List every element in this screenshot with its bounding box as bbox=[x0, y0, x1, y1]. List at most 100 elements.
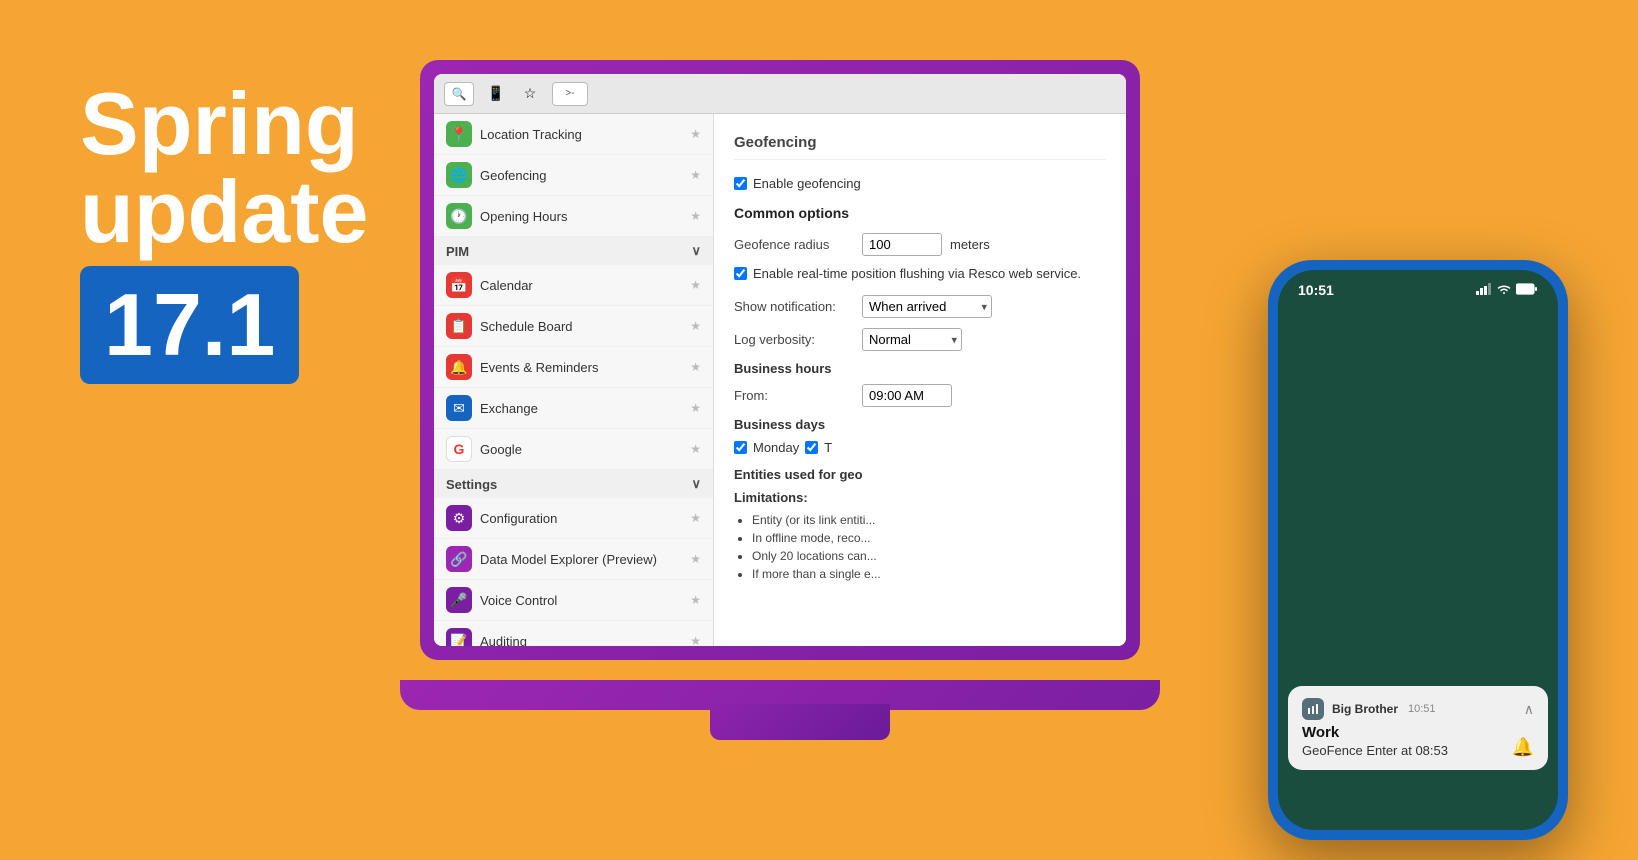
section-settings-label: Settings bbox=[446, 477, 497, 492]
panel-title: Geofencing bbox=[734, 134, 1106, 160]
common-options-title: Common options bbox=[734, 205, 1106, 221]
geofence-radius-input[interactable] bbox=[862, 233, 942, 256]
star-location-tracking: ★ bbox=[690, 127, 701, 141]
sidebar-label-events-reminders: Events & Reminders bbox=[480, 360, 682, 375]
laptop-screen: 🔍 📱 ☆ >- 📍 Location Tracking ★ 🌐 Geofen bbox=[434, 74, 1126, 646]
sidebar-item-geofencing[interactable]: 🌐 Geofencing ★ bbox=[434, 155, 713, 196]
business-days-title: Business days bbox=[734, 417, 1106, 432]
sidebar-item-auditing[interactable]: 📝 Auditing ★ bbox=[434, 621, 713, 646]
show-notification-select[interactable]: When arrived When left Always Never bbox=[862, 295, 992, 318]
screen-content: 📍 Location Tracking ★ 🌐 Geofencing ★ 🕐 O… bbox=[434, 114, 1126, 646]
show-notification-label: Show notification: bbox=[734, 299, 854, 314]
star-exchange: ★ bbox=[690, 401, 701, 415]
sidebar-label-exchange: Exchange bbox=[480, 401, 682, 416]
sidebar-label-voice-control: Voice Control bbox=[480, 593, 682, 608]
laptop: 🔍 📱 ☆ >- 📍 Location Tracking ★ 🌐 Geofen bbox=[420, 60, 1160, 740]
limitation-4: If more than a single e... bbox=[752, 567, 1106, 581]
star-events-reminders: ★ bbox=[690, 360, 701, 374]
laptop-stand bbox=[710, 704, 890, 740]
chevron-settings-icon: ∨ bbox=[691, 476, 701, 492]
show-notification-row: Show notification: When arrived When lef… bbox=[734, 295, 1106, 318]
sidebar-label-opening-hours: Opening Hours bbox=[480, 209, 682, 224]
hero-section: Spring update 17.1 bbox=[80, 80, 368, 384]
notification-header: Big Brother 10:51 ∧ bbox=[1302, 698, 1534, 720]
star-voice-control: ★ bbox=[690, 593, 701, 607]
sidebar-item-location-tracking[interactable]: 📍 Location Tracking ★ bbox=[434, 114, 713, 155]
tuesday-checkbox[interactable] bbox=[805, 441, 818, 454]
enable-geofencing-checkbox[interactable] bbox=[734, 177, 747, 190]
sidebar-label-schedule-board: Schedule Board bbox=[480, 319, 682, 334]
log-verbosity-label: Log verbosity: bbox=[734, 332, 854, 347]
star-calendar: ★ bbox=[690, 278, 701, 292]
monday-label: Monday bbox=[753, 440, 799, 455]
battery-icon bbox=[1516, 283, 1538, 298]
log-verbosity-select[interactable]: Normal Verbose bbox=[862, 328, 962, 351]
sidebar-label-data-model-explorer: Data Model Explorer (Preview) bbox=[480, 552, 682, 567]
notification-dismiss-icon[interactable]: ∧ bbox=[1524, 701, 1534, 718]
phone: 10:51 bbox=[1268, 260, 1588, 840]
screen-toolbar: 🔍 📱 ☆ >- bbox=[434, 74, 1126, 114]
events-reminders-icon: 🔔 bbox=[446, 354, 472, 380]
laptop-screen-border: 🔍 📱 ☆ >- 📍 Location Tracking ★ 🌐 Geofen bbox=[420, 60, 1140, 660]
sidebar-item-events-reminders[interactable]: 🔔 Events & Reminders ★ bbox=[434, 347, 713, 388]
voice-control-icon: 🎤 bbox=[446, 587, 472, 613]
limitations-title: Limitations: bbox=[734, 490, 1106, 505]
sidebar-label-location-tracking: Location Tracking bbox=[480, 127, 682, 142]
sidebar-section-pim[interactable]: PIM ∨ bbox=[434, 237, 713, 265]
search-box[interactable]: 🔍 bbox=[444, 82, 474, 106]
wifi-icon bbox=[1496, 283, 1512, 298]
from-input[interactable] bbox=[862, 384, 952, 407]
main-panel: Geofencing Enable geofencing Common opti… bbox=[714, 114, 1126, 646]
entities-title: Entities used for geo bbox=[734, 467, 1106, 482]
sidebar-item-schedule-board[interactable]: 📋 Schedule Board ★ bbox=[434, 306, 713, 347]
notification-body: GeoFence Enter at 08:53 bbox=[1302, 743, 1534, 758]
sidebar-item-opening-hours[interactable]: 🕐 Opening Hours ★ bbox=[434, 196, 713, 237]
notification-title: Work bbox=[1302, 724, 1534, 741]
app-icon bbox=[1302, 698, 1324, 720]
notification-app-name: Big Brother bbox=[1332, 702, 1398, 716]
log-verbosity-row: Log verbosity: Normal Verbose bbox=[734, 328, 1106, 351]
phone-status-icons bbox=[1476, 283, 1538, 298]
geofence-radius-row: Geofence radius meters bbox=[734, 233, 1106, 256]
sidebar-item-configuration[interactable]: ⚙ Configuration ★ bbox=[434, 498, 713, 539]
limitation-2: In offline mode, reco... bbox=[752, 531, 1106, 545]
star-google: ★ bbox=[690, 442, 701, 456]
exchange-icon: ✉ bbox=[446, 395, 472, 421]
sidebar-label-calendar: Calendar bbox=[480, 278, 682, 293]
version-badge: 17.1 bbox=[80, 266, 299, 384]
sidebar-item-data-model-explorer[interactable]: 🔗 Data Model Explorer (Preview) ★ bbox=[434, 539, 713, 580]
auditing-icon: 📝 bbox=[446, 628, 472, 646]
realtime-row: Enable real-time position flushing via R… bbox=[734, 266, 1106, 281]
monday-checkbox[interactable] bbox=[734, 441, 747, 454]
star-configuration: ★ bbox=[690, 511, 701, 525]
location-tracking-icon: 📍 bbox=[446, 121, 472, 147]
log-verbosity-wrapper: Normal Verbose bbox=[862, 328, 962, 351]
sidebar-item-calendar[interactable]: 📅 Calendar ★ bbox=[434, 265, 713, 306]
sidebar-item-voice-control[interactable]: 🎤 Voice Control ★ bbox=[434, 580, 713, 621]
limitations-list: Entity (or its link entiti... In offline… bbox=[734, 513, 1106, 581]
sidebar-item-google[interactable]: G Google ★ bbox=[434, 429, 713, 470]
limitation-3: Only 20 locations can... bbox=[752, 549, 1106, 563]
sidebar-section-settings[interactable]: Settings ∨ bbox=[434, 470, 713, 498]
business-days-row: Monday T bbox=[734, 440, 1106, 455]
terminal-button[interactable]: >- bbox=[552, 82, 588, 106]
geofence-radius-label: Geofence radius bbox=[734, 237, 854, 252]
sidebar-label-configuration: Configuration bbox=[480, 511, 682, 526]
enable-geofencing-label: Enable geofencing bbox=[753, 176, 861, 191]
data-model-explorer-icon: 🔗 bbox=[446, 546, 472, 572]
notification-card: Big Brother 10:51 ∧ Work GeoFence Enter … bbox=[1288, 686, 1548, 770]
opening-hours-icon: 🕐 bbox=[446, 203, 472, 229]
sidebar-label-auditing: Auditing bbox=[480, 634, 682, 647]
enable-geofencing-row: Enable geofencing bbox=[734, 176, 1106, 191]
schedule-board-icon: 📋 bbox=[446, 313, 472, 339]
notification-time: 10:51 bbox=[1408, 703, 1436, 715]
realtime-label: Enable real-time position flushing via R… bbox=[753, 266, 1081, 281]
star-icon: ☆ bbox=[518, 82, 542, 106]
geofencing-icon: 🌐 bbox=[446, 162, 472, 188]
sidebar-label-geofencing: Geofencing bbox=[480, 168, 682, 183]
star-auditing: ★ bbox=[690, 634, 701, 646]
chevron-down-icon: ∨ bbox=[691, 243, 701, 259]
realtime-checkbox[interactable] bbox=[734, 267, 747, 280]
sidebar-item-exchange[interactable]: ✉ Exchange ★ bbox=[434, 388, 713, 429]
configuration-icon: ⚙ bbox=[446, 505, 472, 531]
